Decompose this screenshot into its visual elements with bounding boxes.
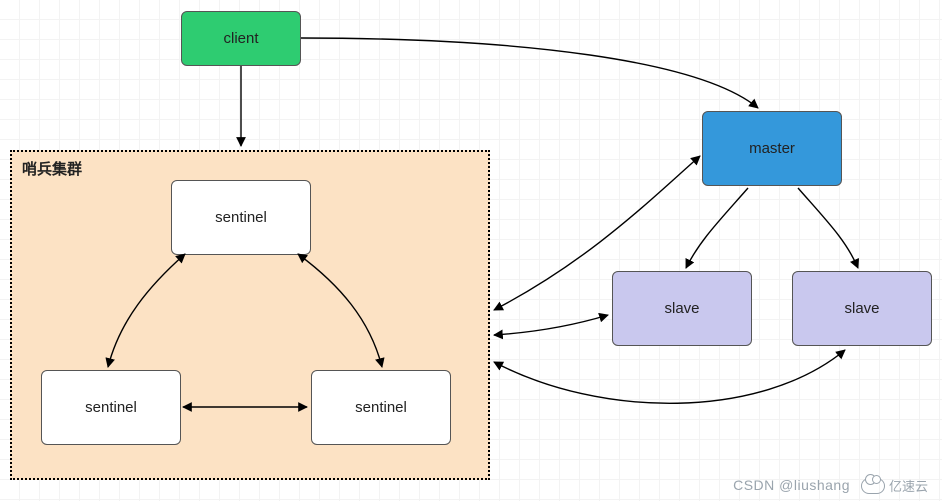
client-node: client xyxy=(181,11,301,66)
master-node: master xyxy=(702,111,842,186)
sentinel-right-label: sentinel xyxy=(355,399,407,416)
edge-master-slave1 xyxy=(686,188,748,268)
diagram-canvas: 哨兵集群 client master slave slave sentinel … xyxy=(0,0,942,501)
sentinel-left-label: sentinel xyxy=(85,399,137,416)
edge-cluster-slave1 xyxy=(494,315,608,335)
slave1-label: slave xyxy=(664,300,699,317)
master-label: master xyxy=(749,140,795,157)
sentinel-right-node: sentinel xyxy=(311,370,451,445)
sentinel-cluster-label: 哨兵集群 xyxy=(22,158,82,179)
sentinel-top-node: sentinel xyxy=(171,180,311,255)
sentinel-top-label: sentinel xyxy=(215,209,267,226)
slave1-node: slave xyxy=(612,271,752,346)
edge-cluster-slave2 xyxy=(494,350,845,403)
edge-client-to-master xyxy=(301,38,758,108)
logo-text: 亿速云 xyxy=(889,476,928,495)
sentinel-left-node: sentinel xyxy=(41,370,181,445)
client-label: client xyxy=(223,30,258,47)
watermark-text: CSDN @liushang xyxy=(733,477,850,493)
slave2-label: slave xyxy=(844,300,879,317)
edge-master-slave2 xyxy=(798,188,858,268)
cloud-icon xyxy=(861,478,885,494)
logo: 亿速云 xyxy=(861,476,928,495)
slave2-node: slave xyxy=(792,271,932,346)
